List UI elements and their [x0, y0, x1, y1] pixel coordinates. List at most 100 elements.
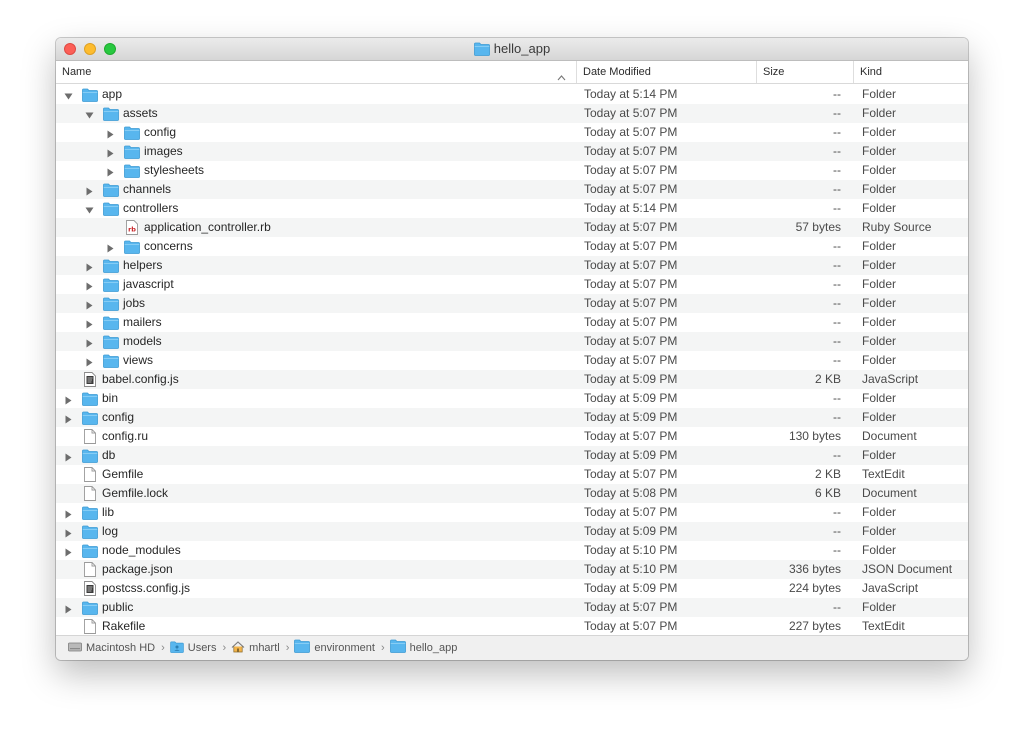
- file-row[interactable]: channels Today at 5:07 PM -- Folder: [56, 180, 968, 199]
- disclosure-expanded-icon[interactable]: [85, 204, 94, 214]
- disclosure-collapsed-icon[interactable]: [85, 356, 94, 367]
- file-name: public: [102, 600, 134, 614]
- disclosure-collapsed-icon[interactable]: [64, 451, 73, 462]
- date-modified: Today at 5:09 PM: [584, 410, 678, 424]
- file-row[interactable]: Gemfile.lock Today at 5:08 PM 6 KB Document: [56, 484, 968, 503]
- file-row[interactable]: config Today at 5:09 PM -- Folder: [56, 408, 968, 427]
- svg-text:rb: rb: [128, 226, 136, 234]
- file-row[interactable]: lib Today at 5:07 PM -- Folder: [56, 503, 968, 522]
- folder-icon: [124, 164, 140, 181]
- file-row[interactable]: package.json Today at 5:10 PM 336 bytes JSO…: [56, 560, 968, 579]
- breadcrumb: Macintosh HD › Users › mhartl › environment › he…: [68, 636, 457, 660]
- file-row[interactable]: javascript Today at 5:07 PM -- Folder: [56, 275, 968, 294]
- file-row[interactable]: rb application_controller.rb Today at 5:07…: [56, 218, 968, 237]
- disclosure-collapsed-icon[interactable]: [64, 546, 73, 557]
- date-modified: Today at 5:07 PM: [584, 277, 678, 291]
- file-row[interactable]: babel.config.js Today at 5:09 PM 2 KB JavaS…: [56, 370, 968, 389]
- disclosure-collapsed-icon[interactable]: [85, 337, 94, 348]
- disclosure-collapsed-icon[interactable]: [85, 299, 94, 310]
- path-item-label: hello_app: [409, 642, 458, 654]
- file-name: postcss.config.js: [102, 581, 191, 595]
- column-header-name[interactable]: Name: [56, 61, 572, 83]
- column-header-kind[interactable]: Kind: [853, 61, 968, 83]
- disclosure-collapsed-icon[interactable]: [64, 527, 73, 538]
- folder-icon: [82, 411, 98, 428]
- file-size: --: [833, 448, 841, 462]
- file-row[interactable]: assets Today at 5:07 PM -- Folder: [56, 104, 968, 123]
- disclosure-collapsed-icon[interactable]: [85, 261, 94, 272]
- file-row[interactable]: node_modules Today at 5:10 PM -- Folder: [56, 541, 968, 560]
- path-item[interactable]: Macintosh HD: [68, 642, 155, 654]
- folder-icon: [103, 316, 119, 333]
- folder-icon: [82, 88, 98, 105]
- path-item[interactable]: environment: [294, 639, 375, 654]
- file-row[interactable]: stylesheets Today at 5:07 PM -- Folder: [56, 161, 968, 180]
- home-icon: [231, 641, 249, 654]
- date-modified: Today at 5:07 PM: [584, 106, 678, 120]
- disclosure-collapsed-icon[interactable]: [64, 413, 73, 424]
- column-header-date-label: Date Modified: [583, 66, 651, 78]
- file-row[interactable]: public Today at 5:07 PM -- Folder: [56, 598, 968, 617]
- file-row[interactable]: bin Today at 5:09 PM -- Folder: [56, 389, 968, 408]
- file-row[interactable]: models Today at 5:07 PM -- Folder: [56, 332, 968, 351]
- file-row[interactable]: concerns Today at 5:07 PM -- Folder: [56, 237, 968, 256]
- file-kind: Folder: [862, 353, 897, 367]
- disclosure-collapsed-icon[interactable]: [64, 603, 73, 614]
- file-size: --: [833, 505, 841, 519]
- date-modified: Today at 5:07 PM: [584, 334, 678, 348]
- date-modified: Today at 5:14 PM: [584, 201, 678, 215]
- file-row[interactable]: log Today at 5:09 PM -- Folder: [56, 522, 968, 541]
- column-header-size[interactable]: Size: [756, 61, 853, 83]
- disclosure-collapsed-icon[interactable]: [64, 508, 73, 519]
- file-row[interactable]: images Today at 5:07 PM -- Folder: [56, 142, 968, 161]
- path-bar: Macintosh HD › Users › mhartl › environment › he…: [56, 635, 968, 660]
- file-size: 2 KB: [814, 467, 841, 481]
- disclosure-collapsed-icon[interactable]: [106, 242, 115, 253]
- folder-icon: [82, 392, 98, 409]
- disclosure-collapsed-icon[interactable]: [85, 318, 94, 329]
- path-item[interactable]: mhartl: [231, 641, 280, 654]
- file-kind: Folder: [862, 600, 897, 614]
- disclosure-collapsed-icon[interactable]: [106, 147, 115, 158]
- file-row[interactable]: config Today at 5:07 PM -- Folder: [56, 123, 968, 142]
- file-size: --: [833, 315, 841, 329]
- file-row[interactable]: views Today at 5:07 PM -- Folder: [56, 351, 968, 370]
- date-modified: Today at 5:14 PM: [584, 87, 678, 101]
- file-row[interactable]: config.ru Today at 5:07 PM 130 bytes Docume…: [56, 427, 968, 446]
- disclosure-expanded-icon[interactable]: [64, 90, 73, 100]
- date-modified: Today at 5:07 PM: [584, 144, 678, 158]
- document-icon: [84, 562, 96, 580]
- folder-icon: [103, 107, 119, 124]
- path-item-label: mhartl: [249, 642, 280, 654]
- file-row[interactable]: helpers Today at 5:07 PM -- Folder: [56, 256, 968, 275]
- file-row[interactable]: controllers Today at 5:14 PM -- Folder: [56, 199, 968, 218]
- file-name: Gemfile.lock: [102, 486, 169, 500]
- date-modified: Today at 5:07 PM: [584, 239, 678, 253]
- folder-icon: [124, 145, 140, 162]
- document-icon: [84, 467, 96, 485]
- column-header-kind-label: Kind: [860, 66, 883, 78]
- disclosure-expanded-icon[interactable]: [85, 109, 94, 119]
- date-modified: Today at 5:07 PM: [584, 296, 678, 310]
- file-kind: Folder: [862, 296, 897, 310]
- file-row[interactable]: Rakefile Today at 5:07 PM 227 bytes TextEdi…: [56, 617, 968, 636]
- file-size: --: [833, 334, 841, 348]
- file-row[interactable]: postcss.config.js Today at 5:09 PM 224 byt…: [56, 579, 968, 598]
- disclosure-collapsed-icon[interactable]: [64, 394, 73, 405]
- disclosure-collapsed-icon[interactable]: [85, 280, 94, 291]
- disclosure-collapsed-icon[interactable]: [106, 166, 115, 177]
- file-row[interactable]: jobs Today at 5:07 PM -- Folder: [56, 294, 968, 313]
- file-name: stylesheets: [144, 163, 205, 177]
- folder-icon: [103, 278, 119, 295]
- disclosure-collapsed-icon[interactable]: [85, 185, 94, 196]
- file-row[interactable]: mailers Today at 5:07 PM -- Folder: [56, 313, 968, 332]
- date-modified: Today at 5:07 PM: [584, 315, 678, 329]
- disclosure-collapsed-icon[interactable]: [106, 128, 115, 139]
- path-item[interactable]: hello_app: [389, 639, 458, 654]
- date-modified: Today at 5:09 PM: [584, 448, 678, 462]
- file-row[interactable]: Gemfile Today at 5:07 PM 2 KB TextEdit: [56, 465, 968, 484]
- path-item[interactable]: Users: [169, 641, 216, 654]
- file-row[interactable]: app Today at 5:14 PM -- Folder: [56, 85, 968, 104]
- file-row[interactable]: db Today at 5:09 PM -- Folder: [56, 446, 968, 465]
- column-header-date[interactable]: Date Modified: [576, 61, 756, 83]
